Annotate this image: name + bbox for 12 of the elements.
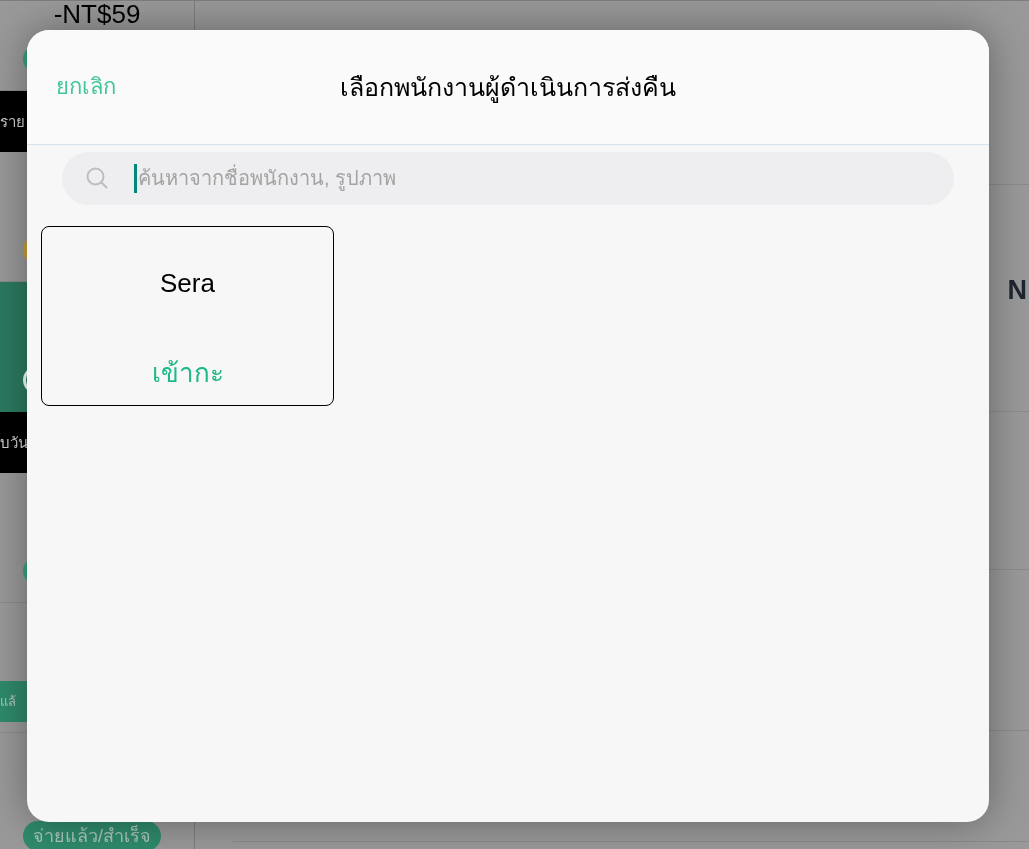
search-icon <box>86 167 108 189</box>
search-field[interactable]: ค้นหาจากชื่อพนักงาน, รูปภาพ <box>62 152 954 205</box>
banner-text: ราย <box>0 114 25 129</box>
status-badge: แล้ <box>0 681 27 722</box>
status-badge: จ่ายแล้ว/สำเร็จ <box>23 821 161 849</box>
row-title-text: N <box>1007 277 1027 304</box>
text-cursor <box>134 164 137 193</box>
employee-card[interactable]: Sera เข้ากะ <box>41 226 334 406</box>
banner-text: บวัน <box>0 435 28 450</box>
amount-text: -NT$59 <box>52 1 142 27</box>
employee-name: Sera <box>160 267 215 299</box>
shift-status: เข้ากะ <box>151 357 224 390</box>
